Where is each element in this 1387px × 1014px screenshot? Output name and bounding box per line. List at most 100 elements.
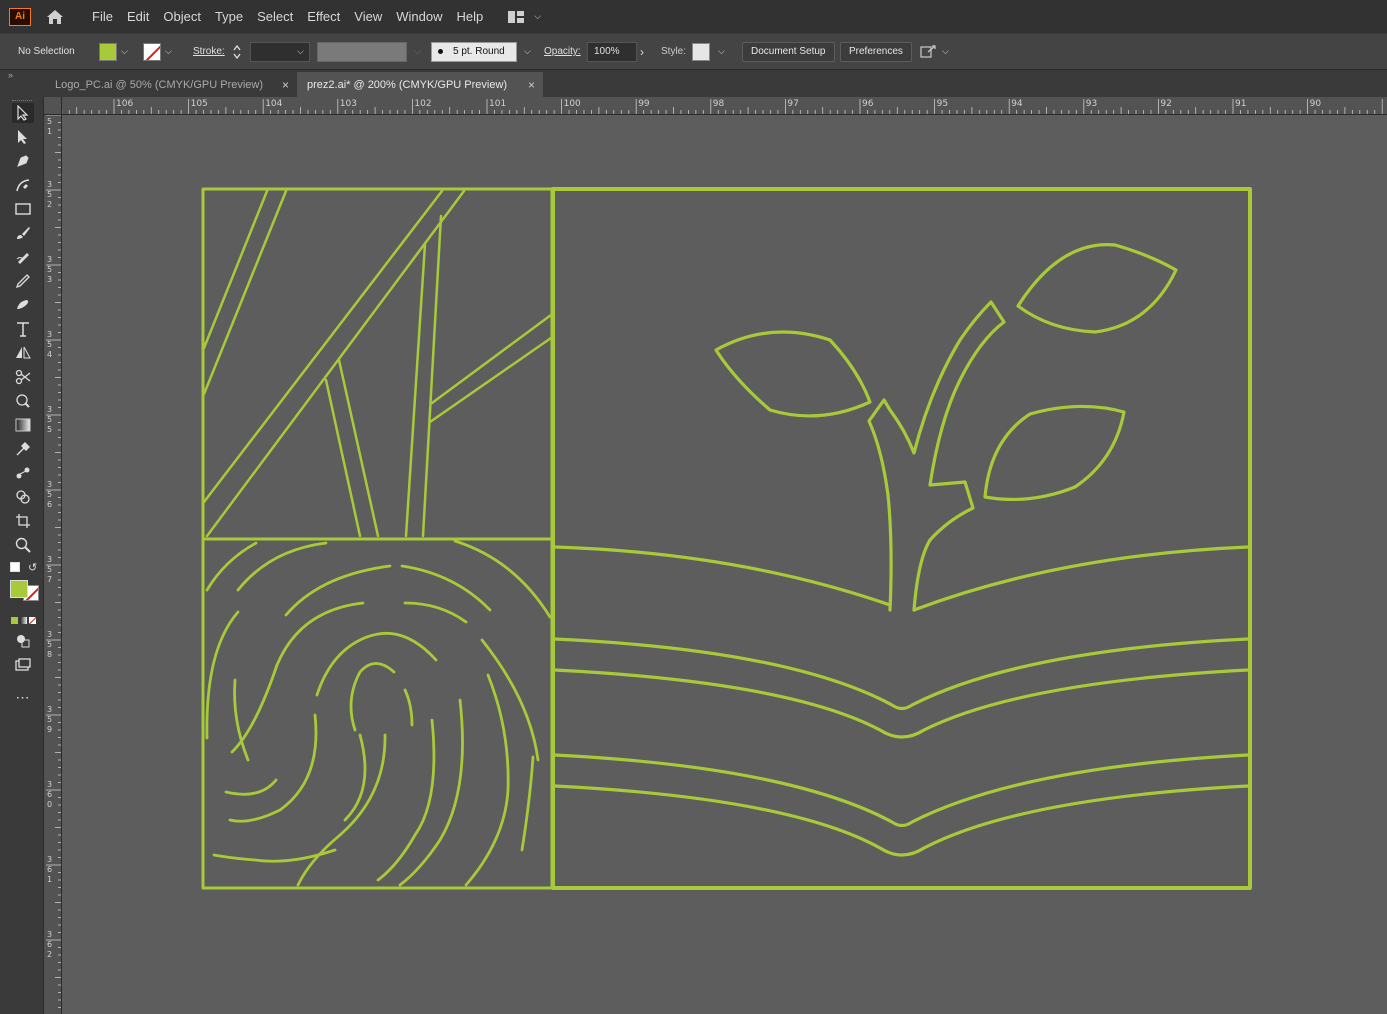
chevron-down-icon[interactable]: ⌵ — [718, 46, 725, 57]
scissors-icon[interactable] — [12, 367, 34, 387]
close-icon[interactable]: × — [528, 78, 535, 92]
artboard-canvas[interactable] — [62, 115, 1387, 1014]
menu-list: File Edit Object Type Select Effect View… — [85, 0, 490, 33]
frame-top-left[interactable] — [201, 187, 554, 541]
eraser-icon[interactable] — [12, 295, 34, 315]
brush-definition[interactable]: 5 pt. Round — [431, 41, 517, 62]
ruler-label: 94 — [1011, 99, 1023, 109]
shaper-tool-icon[interactable] — [12, 247, 34, 267]
eyedropper-icon[interactable] — [12, 439, 34, 459]
stroke-none-color[interactable] — [143, 42, 161, 61]
ruler-label: 103 — [339, 99, 357, 109]
chevron-down-icon[interactable]: ⌵ — [524, 46, 531, 57]
book — [553, 545, 1250, 857]
opacity-label[interactable]: Opacity: — [544, 46, 581, 57]
chevron-down-icon[interactable]: ⌵ — [165, 46, 172, 57]
gradient-icon[interactable] — [12, 415, 34, 435]
color-mode-icon[interactable] — [11, 617, 18, 624]
brush-dropdown[interactable]: ⌵ — [520, 46, 531, 57]
workspace-switcher[interactable]: ⌵ — [508, 10, 541, 23]
stroke-weight-stepper[interactable] — [232, 42, 242, 62]
workspace-grid-icon — [508, 10, 525, 23]
ruler-label: 3 5 3 — [47, 255, 53, 284]
more-tools-icon[interactable]: ⋯ — [12, 687, 34, 707]
blend-icon[interactable] — [12, 463, 34, 483]
type-tool-icon[interactable] — [12, 319, 34, 339]
ruler-label: 3 5 9 — [47, 705, 53, 734]
arrange-icon[interactable] — [920, 44, 938, 60]
stroke-weight-field[interactable]: ⌵ — [250, 41, 310, 62]
frame-right[interactable] — [551, 187, 1252, 890]
document-setup-button[interactable]: Document Setup — [742, 41, 835, 62]
color-modes[interactable] — [11, 617, 36, 624]
tab-logo-pc[interactable]: Logo_PC.ai @ 50% (CMYK/GPU Preview) × — [45, 72, 297, 97]
menu-edit[interactable]: Edit — [120, 0, 156, 33]
vertical-ruler[interactable]: 5 1 3 5 2 3 5 3 3 5 4 3 5 5 3 5 6 3 5 7 3 5 8 3 … — [44, 115, 62, 1014]
pen-tool-icon[interactable] — [12, 151, 34, 171]
menu-object[interactable]: Object — [156, 0, 208, 33]
reflect-icon[interactable] — [12, 343, 34, 363]
chevron-down-icon[interactable]: ⌵ — [121, 46, 128, 57]
stroke-swatch[interactable]: ⌵ — [143, 42, 172, 61]
profile-dropdown[interactable]: ⌵ — [410, 46, 421, 57]
swap-colors-icon[interactable]: ↺ — [28, 561, 37, 574]
arrange-documents[interactable]: ⌵ — [920, 44, 949, 60]
menu-type[interactable]: Type — [208, 0, 250, 33]
screen-mode-icon[interactable] — [12, 655, 34, 675]
width-tool-icon[interactable] — [12, 391, 34, 411]
close-icon[interactable]: × — [282, 78, 289, 92]
fill-color-icon[interactable] — [10, 580, 28, 598]
opacity-field[interactable]: 100% — [587, 41, 637, 62]
menu-help[interactable]: Help — [449, 0, 490, 33]
home-icon[interactable] — [45, 8, 65, 26]
expand-panel-icon[interactable]: » — [8, 70, 13, 80]
chevron-down-icon[interactable]: ⌵ — [297, 46, 304, 57]
horizontal-ruler[interactable]: 106 105 104 103 102 101 100 99 98 97 96 95 94 93 92 91 9… — [62, 97, 1387, 115]
draw-mode-icon[interactable] — [12, 631, 34, 651]
none-mode-icon[interactable] — [29, 617, 36, 624]
curvature-tool-icon[interactable] — [12, 175, 34, 195]
style-swatch[interactable] — [692, 42, 710, 61]
menu-view[interactable]: View — [347, 0, 389, 33]
direct-selection-icon[interactable] — [12, 127, 34, 147]
zoom-icon[interactable] — [12, 535, 34, 555]
gradient-mode-icon[interactable] — [20, 617, 27, 624]
ruler-label: 3 5 2 — [47, 180, 53, 209]
style-dropdown[interactable]: ⌵ — [714, 46, 725, 57]
stroke-label[interactable]: Stroke: — [193, 46, 225, 57]
ruler-label: 90 — [1309, 99, 1322, 109]
ruler-label: 101 — [489, 99, 507, 109]
chevron-down-icon[interactable]: ⌵ — [414, 46, 421, 57]
tab-label: Logo_PC.ai @ 50% (CMYK/GPU Preview) — [55, 78, 264, 91]
variable-width-profile[interactable] — [317, 41, 407, 62]
pencil-icon[interactable] — [12, 271, 34, 291]
menu-window[interactable]: Window — [389, 0, 449, 33]
preferences-button[interactable]: Preferences — [840, 41, 912, 62]
rectangle-tool-icon[interactable] — [12, 199, 34, 219]
chevron-down-icon[interactable]: ⌵ — [942, 46, 949, 57]
fill-swatch[interactable]: ⌵ — [99, 42, 128, 61]
paintbrush-icon[interactable] — [12, 223, 34, 243]
selection-tool-icon[interactable] — [12, 103, 34, 123]
plant — [714, 243, 1178, 612]
app-logo: Ai — [9, 7, 31, 26]
artwork[interactable] — [62, 115, 1387, 1014]
ruler-label: 3 5 5 — [47, 405, 53, 434]
artboard-icon[interactable] — [12, 511, 34, 531]
ruler-label: 96 — [862, 99, 874, 109]
menu-select[interactable]: Select — [250, 0, 300, 33]
fill-stroke-widget[interactable]: ↺ — [9, 561, 39, 605]
stepper-icon[interactable] — [232, 42, 242, 62]
chevron-right-icon[interactable]: › — [640, 45, 644, 59]
tab-prez2[interactable]: prez2.ai* @ 200% (CMYK/GPU Preview) × — [297, 72, 543, 97]
fill-color[interactable] — [99, 42, 117, 61]
fingerprint — [205, 539, 552, 887]
menu-file[interactable]: File — [85, 0, 120, 33]
tools-panel: ↺ ⋯ — [0, 97, 44, 1014]
selection-status: No Selection — [18, 46, 75, 57]
ruler-label: 98 — [712, 99, 725, 109]
shape-builder-icon[interactable] — [12, 487, 34, 507]
ruler-origin[interactable] — [44, 97, 62, 115]
default-colors-icon[interactable] — [10, 562, 20, 572]
menu-effect[interactable]: Effect — [300, 0, 347, 33]
